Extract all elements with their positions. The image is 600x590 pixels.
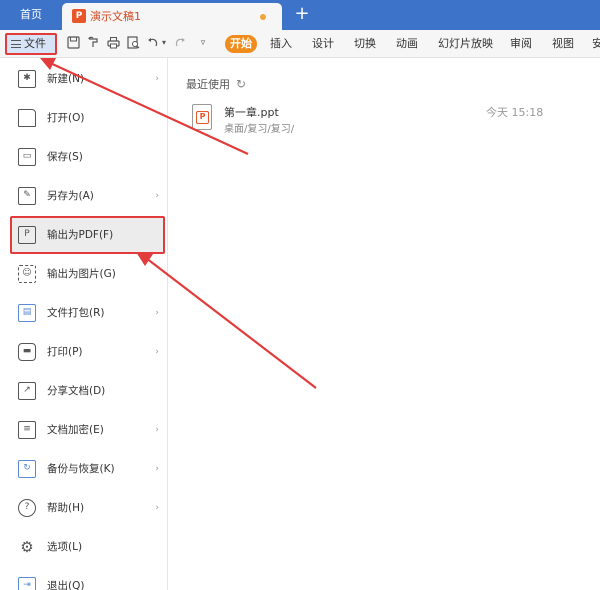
menu-item-options[interactable]: ⚙ 选项(L)	[10, 528, 165, 566]
pdf-icon: P	[18, 226, 36, 244]
chevron-right-icon: ›	[155, 74, 159, 84]
recent-heading-label: 最近使用	[186, 78, 230, 91]
menu-item-label: 输出为PDF(F)	[47, 229, 114, 241]
chevron-right-icon: ›	[155, 503, 159, 513]
menu-item-label: 备份与恢复(K)	[47, 463, 115, 475]
menu-item-export-image[interactable]: ☺ 输出为图片(G)	[10, 255, 165, 293]
tab-home[interactable]: 首页	[0, 0, 62, 30]
recent-file-time: 今天 15:18	[486, 106, 544, 119]
menu-item-package[interactable]: ▤ 文件打包(R) ›	[10, 294, 165, 332]
recent-file-path: 桌面/复习/复习/	[224, 124, 295, 135]
menu-item-label: 打开(O)	[47, 112, 85, 124]
tab-animation[interactable]: 动画	[396, 30, 418, 58]
menu-item-save-as[interactable]: ✎ 另存为(A) ›	[10, 177, 165, 215]
menu-item-label: 分享文档(D)	[47, 385, 106, 397]
menu-item-open[interactable]: 打开(O)	[10, 99, 165, 137]
menu-item-label: 打印(P)	[47, 346, 83, 358]
save-icon: ▭	[18, 148, 36, 166]
menu-item-save[interactable]: ▭ 保存(S)	[10, 138, 165, 176]
menu-item-label: 帮助(H)	[47, 502, 85, 514]
ppt-file-icon	[192, 104, 212, 130]
help-icon: ?	[18, 499, 36, 517]
package-icon: ▤	[18, 304, 36, 322]
chevron-right-icon: ›	[155, 464, 159, 474]
tab-design[interactable]: 设计	[312, 30, 334, 58]
menu-item-print[interactable]: ▬ 打印(P) ›	[10, 333, 165, 371]
menu-item-share[interactable]: ↗ 分享文档(D)	[10, 372, 165, 410]
backup-icon: ↻	[18, 460, 36, 478]
print-preview-icon[interactable]	[126, 36, 140, 50]
undo-dropdown-icon[interactable]: ▾	[160, 36, 168, 50]
menu-item-help[interactable]: ? 帮助(H) ›	[10, 489, 165, 527]
unsaved-dot-icon	[260, 14, 266, 20]
file-menu-panel: ✱ 新建(N) › 打开(O) ▭ 保存(S) ✎ 另存为(A) › P 输出为…	[0, 58, 168, 590]
save-icon[interactable]	[66, 36, 80, 50]
menu-item-exit[interactable]: ⇥ 退出(Q)	[10, 567, 165, 590]
menu-item-label: 文档加密(E)	[47, 424, 104, 436]
toolbar: 文件 ▾ ▿ 开始 插入 设计 切换 动画 幻灯片放映 审阅 视图 安	[0, 30, 600, 58]
tab-transition[interactable]: 切换	[354, 30, 376, 58]
refresh-icon[interactable]: ↻	[236, 77, 246, 91]
chevron-right-icon: ›	[155, 191, 159, 201]
print-icon[interactable]	[106, 36, 120, 50]
recent-file-name: 第一章.ppt	[224, 106, 279, 119]
tab-slideshow[interactable]: 幻灯片放映	[438, 30, 493, 58]
tab-document-title: 演示文稿1	[90, 10, 141, 23]
chevron-down-icon[interactable]: ▿	[196, 36, 210, 50]
menu-item-label: 输出为图片(G)	[47, 268, 116, 280]
tab-security[interactable]: 安	[592, 30, 600, 58]
tab-document[interactable]: P 演示文稿1	[62, 3, 282, 30]
chevron-right-icon: ›	[155, 425, 159, 435]
tab-start[interactable]: 开始	[225, 35, 257, 53]
menu-item-export-pdf[interactable]: P 输出为PDF(F)	[10, 216, 165, 254]
add-tab-button[interactable]: +	[292, 0, 312, 30]
gear-icon: ⚙	[20, 538, 34, 556]
file-menu-button[interactable]: 文件	[5, 33, 57, 55]
share-icon: ↗	[18, 382, 36, 400]
menu-item-label: 新建(N)	[47, 73, 85, 85]
chevron-right-icon: ›	[155, 347, 159, 357]
ppt-icon: P	[72, 9, 86, 23]
menu-item-label: 另存为(A)	[47, 190, 94, 202]
title-bar: 首页 P 演示文稿1 +	[0, 0, 600, 30]
recent-heading: 最近使用 ↻	[186, 76, 246, 92]
tab-view[interactable]: 视图	[552, 30, 574, 58]
tab-review[interactable]: 审阅	[510, 30, 532, 58]
exit-icon: ⇥	[18, 577, 36, 590]
open-folder-icon	[18, 109, 36, 127]
redo-icon[interactable]	[172, 36, 186, 50]
format-painter-icon[interactable]	[86, 36, 100, 50]
tab-insert[interactable]: 插入	[270, 30, 292, 58]
menu-item-label: 保存(S)	[47, 151, 83, 163]
export-image-icon: ☺	[18, 265, 36, 283]
chevron-right-icon: ›	[155, 308, 159, 318]
encrypt-icon: ≡	[18, 421, 36, 439]
menu-item-encrypt[interactable]: ≡ 文档加密(E) ›	[10, 411, 165, 449]
hamburger-icon	[11, 40, 21, 48]
new-icon: ✱	[18, 70, 36, 88]
menu-item-label: 选项(L)	[47, 541, 83, 553]
print-icon: ▬	[18, 343, 36, 361]
menu-item-label: 文件打包(R)	[47, 307, 105, 319]
annotation-arrow-pdf	[145, 257, 317, 389]
menu-item-new[interactable]: ✱ 新建(N) ›	[10, 60, 165, 98]
save-as-icon: ✎	[18, 187, 36, 205]
undo-icon[interactable]	[146, 36, 160, 50]
menu-item-backup[interactable]: ↻ 备份与恢复(K) ›	[10, 450, 165, 488]
file-menu-label: 文件	[24, 37, 46, 50]
menu-item-label: 退出(Q)	[47, 580, 85, 590]
